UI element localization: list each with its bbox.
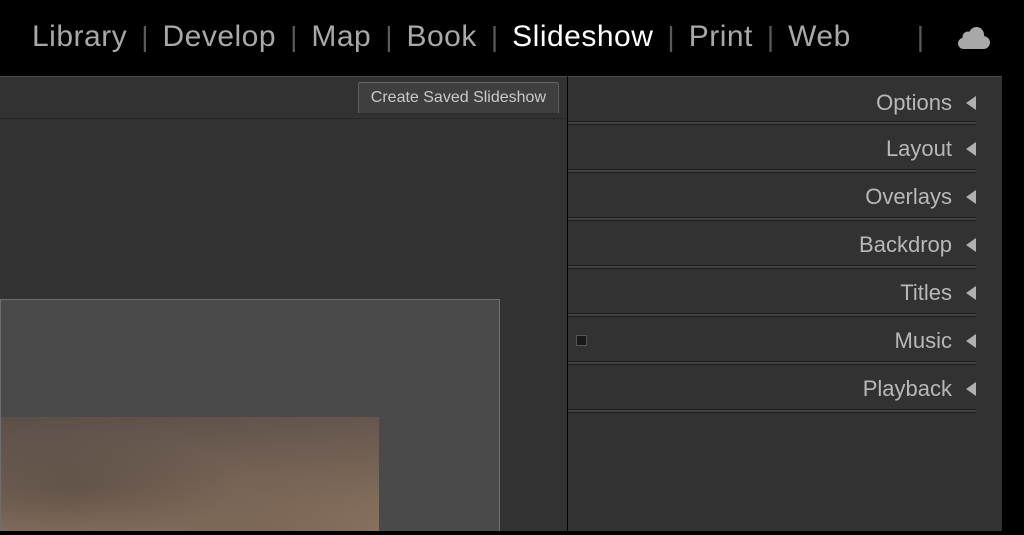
panel-backdrop[interactable]: Backdrop (568, 221, 976, 269)
panel-playback[interactable]: Playback (568, 365, 976, 413)
nav-slideshow[interactable]: Slideshow (512, 20, 653, 54)
right-panel: Options Layout Overlays Backdrop Titles … (568, 76, 1002, 531)
slide-frame (0, 299, 500, 531)
nav-separator: | (290, 21, 297, 53)
panel-label: Layout (886, 136, 952, 162)
nav-develop[interactable]: Develop (162, 20, 276, 54)
triangle-left-icon (966, 96, 976, 110)
panel-options[interactable]: Options (568, 81, 976, 125)
triangle-left-icon (966, 142, 976, 156)
triangle-left-icon (966, 382, 976, 396)
triangle-left-icon (966, 286, 976, 300)
nav-separator: | (491, 21, 498, 53)
nav-map[interactable]: Map (311, 20, 371, 54)
panel-label: Music (895, 328, 952, 354)
nav-web[interactable]: Web (788, 20, 851, 54)
nav-print[interactable]: Print (689, 20, 753, 54)
music-enable-checkbox[interactable] (576, 335, 587, 346)
panel-label: Backdrop (859, 232, 952, 258)
panel-label: Overlays (865, 184, 952, 210)
nav-separator: | (917, 21, 924, 53)
triangle-left-icon (966, 190, 976, 204)
cloud-sync-icon[interactable] (956, 25, 992, 49)
nav-book[interactable]: Book (406, 20, 476, 54)
panel-label: Options (876, 90, 952, 116)
slide-preview-image (1, 417, 379, 531)
preview-area: Create Saved Slideshow (0, 76, 568, 531)
panel-titles[interactable]: Titles (568, 269, 976, 317)
panel-label: Titles (900, 280, 952, 306)
slide-canvas (0, 299, 500, 531)
nav-separator: | (141, 21, 148, 53)
nav-library[interactable]: Library (32, 20, 127, 54)
triangle-left-icon (966, 238, 976, 252)
triangle-left-icon (966, 334, 976, 348)
nav-separator: | (767, 21, 774, 53)
module-nav: Library | Develop | Map | Book | Slidesh… (0, 0, 1024, 76)
panel-music[interactable]: Music (568, 317, 976, 365)
panel-layout[interactable]: Layout (568, 125, 976, 173)
panel-label: Playback (863, 376, 952, 402)
create-saved-slideshow-button[interactable]: Create Saved Slideshow (358, 82, 559, 114)
nav-separator: | (385, 21, 392, 53)
panel-overlays[interactable]: Overlays (568, 173, 976, 221)
preview-toolbar: Create Saved Slideshow (0, 77, 567, 119)
workspace: Create Saved Slideshow Options Layout Ov… (0, 76, 1024, 531)
right-edge-gutter (1002, 76, 1024, 531)
nav-separator: | (667, 21, 674, 53)
